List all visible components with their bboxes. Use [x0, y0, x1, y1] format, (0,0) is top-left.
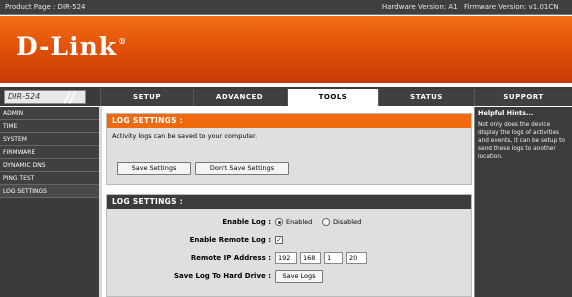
brand-banner: D-Link® [0, 16, 572, 85]
sidebar-item-dynamic-dns[interactable]: DYNAMIC DNS [0, 159, 99, 172]
ip-octet-1-input[interactable]: 192 [275, 252, 297, 264]
help-text: Not only does the device display the log… [478, 122, 565, 160]
panel-title: LOG SETTINGS : [107, 195, 471, 209]
tab-support[interactable]: SUPPORT [474, 89, 572, 106]
product-page-label: Product Page : DIR-524 [5, 3, 86, 11]
dont-save-settings-button[interactable]: Don't Save Settings [195, 162, 289, 175]
tab-status[interactable]: STATUS [378, 89, 474, 106]
tab-advanced[interactable]: ADVANCED [193, 89, 285, 106]
panel-title: LOG SETTINGS : [107, 114, 471, 128]
model-slash-icon: // [65, 90, 76, 106]
enable-log-row: Enable Log : Enabled Disabled [107, 215, 473, 229]
remote-ip-label: Remote IP Address : [190, 254, 271, 262]
remote-ip-row: Remote IP Address : 192 168 1 20 [107, 251, 473, 265]
ip-octet-2-input[interactable]: 168 [300, 252, 321, 264]
help-panel: Helpful Hints... Not only does the devic… [474, 107, 572, 297]
tab-tools[interactable]: TOOLS [287, 89, 378, 106]
dlink-logo: D-Link® [16, 32, 128, 61]
log-settings-intro-panel: LOG SETTINGS : Activity logs can be save… [106, 113, 472, 185]
enabled-radio[interactable] [275, 218, 283, 226]
ip-octet-4-input[interactable]: 20 [346, 252, 367, 264]
save-log-hd-row: Save Log To Hard Drive : Save Logs [107, 269, 473, 283]
tab-setup[interactable]: SETUP [100, 89, 193, 106]
firmware-version: Firmware Version: v1.01CN [464, 3, 559, 11]
sidebar-item-log-settings[interactable]: LOG SETTINGS [0, 185, 99, 198]
model-badge: DIR-524 // [4, 90, 86, 106]
enable-remote-log-row: Enable Remote Log : ✓ [107, 233, 473, 247]
sidebar: ADMIN TIME SYSTEM FIRMWARE DYNAMIC DNS P… [0, 107, 99, 297]
ip-octet-3-input[interactable]: 1 [324, 252, 343, 264]
top-info-bar: Product Page : DIR-524 Hardware Version:… [0, 0, 572, 15]
save-settings-button[interactable]: Save Settings [117, 162, 191, 175]
remote-log-checkbox[interactable]: ✓ [275, 236, 283, 244]
save-logs-button[interactable]: Save Logs [275, 270, 323, 283]
hardware-version: Hardware Version: A1 [382, 3, 458, 11]
sidebar-item-system[interactable]: SYSTEM [0, 133, 99, 146]
save-log-hd-label: Save Log To Hard Drive : [173, 272, 271, 280]
enable-log-label: Enable Log : [222, 218, 271, 226]
main-navigation: DIR-524 // SETUP ADVANCED TOOLS STATUS S… [0, 87, 572, 106]
disabled-radio[interactable] [322, 218, 330, 226]
sidebar-item-time[interactable]: TIME [0, 120, 99, 133]
log-settings-form-panel: LOG SETTINGS : Enable Log : Enabled Disa… [106, 194, 472, 297]
panel-description: Activity logs can be saved to your compu… [112, 132, 258, 140]
sidebar-item-ping-test[interactable]: PING TEST [0, 172, 99, 185]
main-content: LOG SETTINGS : Activity logs can be save… [99, 107, 474, 297]
sidebar-item-firmware[interactable]: FIRMWARE [0, 146, 99, 159]
sidebar-item-admin[interactable]: ADMIN [0, 107, 99, 120]
enable-remote-log-label: Enable Remote Log : [189, 236, 271, 244]
enabled-radio-label: Enabled [286, 218, 313, 226]
help-title: Helpful Hints... [478, 109, 534, 117]
disabled-radio-label: Disabled [333, 218, 362, 226]
